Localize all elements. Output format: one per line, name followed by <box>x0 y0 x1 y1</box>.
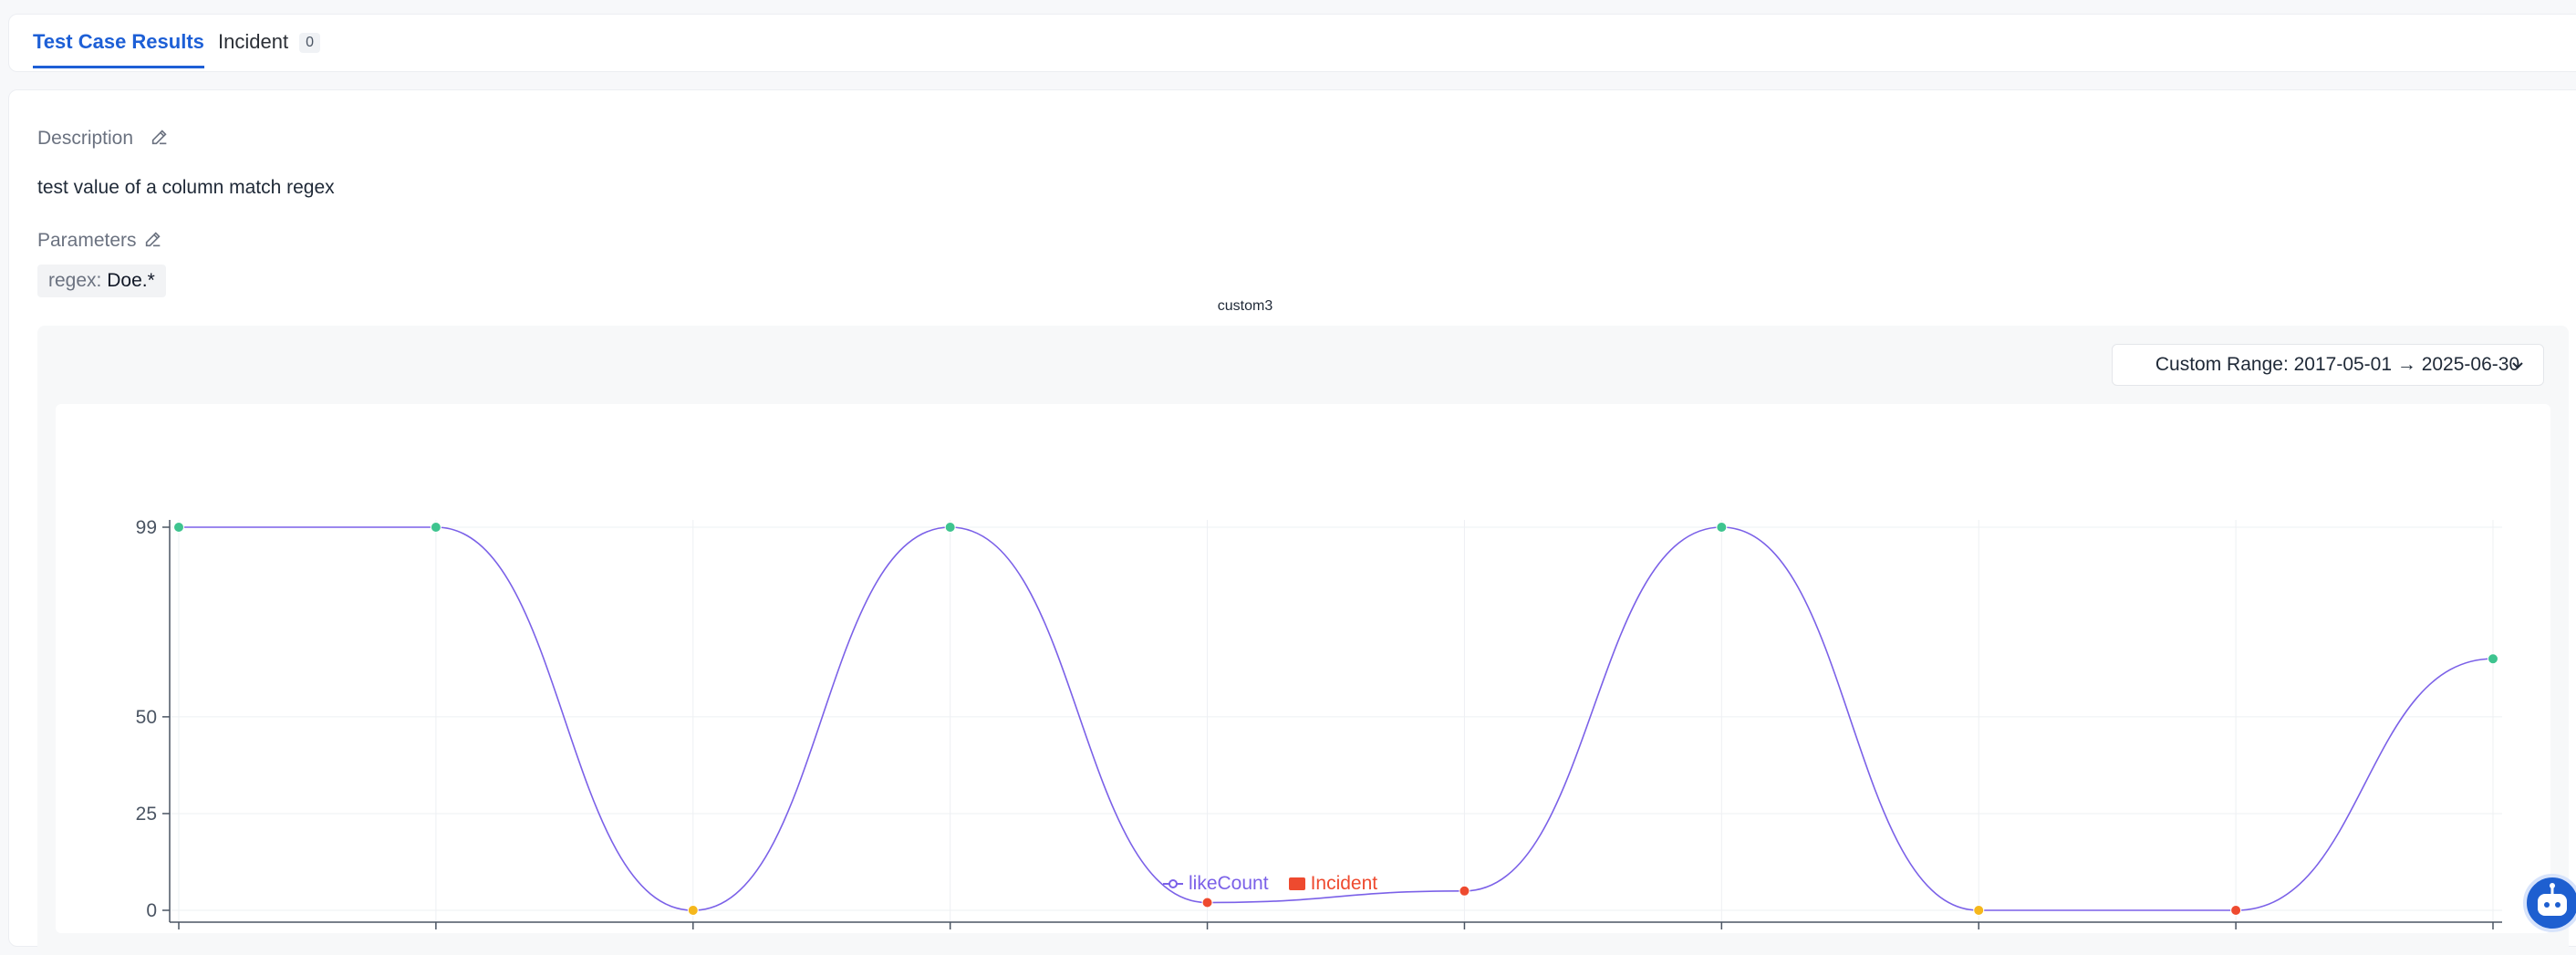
data-point <box>430 522 441 533</box>
tab-incident-label: Incident <box>218 30 289 53</box>
data-point <box>944 522 956 533</box>
y-tick-label: 50 <box>136 707 157 728</box>
tab-test-case-results[interactable]: Test Case Results <box>33 30 204 68</box>
chart-legend: likeCount Incident <box>1163 873 1377 895</box>
data-point <box>1459 885 1470 897</box>
data-point <box>2230 905 2242 916</box>
incident-count-badge: 0 <box>299 33 320 53</box>
data-point <box>1716 522 1728 533</box>
y-tick-label: 99 <box>136 517 157 538</box>
parameter-value: Doe.* <box>107 270 155 291</box>
y-tick-label: 0 <box>146 900 157 921</box>
y-tick-label: 25 <box>136 804 157 825</box>
data-point <box>687 905 699 916</box>
parameter-chip: regex: Doe.* <box>37 265 166 297</box>
tabs-bar: Test Case Results Incident 0 <box>8 14 2576 72</box>
edit-description-icon[interactable] <box>150 127 170 147</box>
incident-swatch-icon <box>1288 877 1305 890</box>
series-line-likecount <box>179 526 2494 911</box>
data-point <box>173 522 184 533</box>
line-marker-icon <box>1163 879 1183 888</box>
data-point <box>2488 653 2498 665</box>
test-case-content: Description test value of a column match… <box>8 89 2576 955</box>
chart-title: custom3 <box>1217 298 1273 314</box>
date-range-dropdown[interactable]: Custom Range: 2017-05-01 → 2025-06-30 <box>2112 344 2544 386</box>
line-chart: 0255099Jul 31, 2024, 3:31 PMAug 1, 2024,… <box>136 517 2502 929</box>
edit-parameters-icon[interactable] <box>143 229 163 249</box>
data-point <box>1201 897 1213 908</box>
parameter-key: regex: <box>48 270 102 291</box>
chevron-down-icon <box>2512 362 2523 369</box>
legend-label-likecount: likeCount <box>1189 873 1269 894</box>
legend-item-incident[interactable]: Incident <box>1288 873 1378 895</box>
description-text: test value of a column match regex <box>37 177 335 198</box>
chatbot-button[interactable] <box>2523 874 2576 932</box>
description-label: Description <box>37 128 134 149</box>
plot-area: 0255099Jul 31, 2024, 3:31 PMAug 1, 2024,… <box>56 404 2550 933</box>
data-point <box>1973 905 1985 916</box>
date-range-label: Custom Range: 2017-05-01 → 2025-06-30 <box>2155 354 2520 375</box>
legend-label-incident: Incident <box>1310 873 1378 894</box>
parameters-label: Parameters <box>37 230 137 251</box>
robot-icon <box>2538 883 2567 916</box>
tab-incident[interactable]: Incident 0 <box>218 30 320 68</box>
legend-item-likecount[interactable]: likeCount <box>1163 873 1269 895</box>
